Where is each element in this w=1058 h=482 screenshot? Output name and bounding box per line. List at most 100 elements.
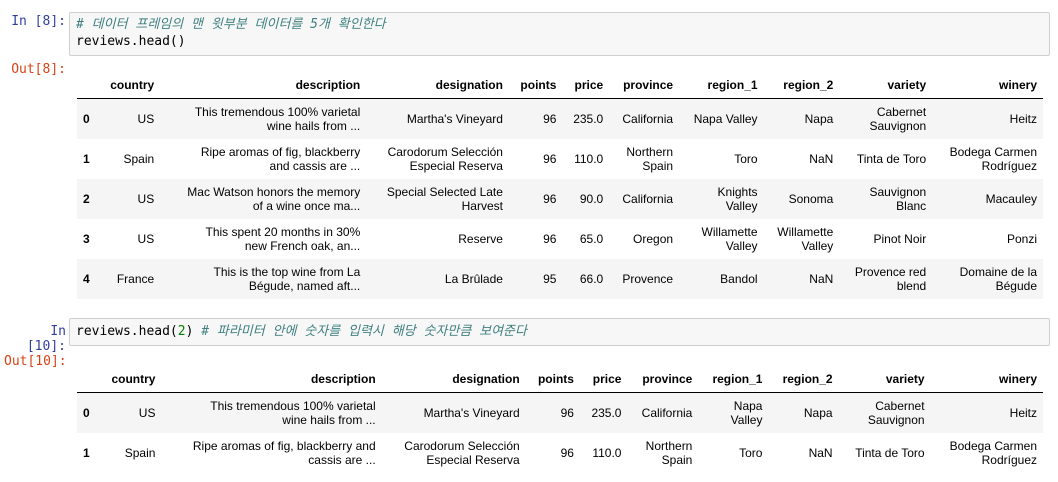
cell-description: Ripe aromas of fig, blackberry and cassis… — [160, 139, 366, 179]
column-header-region-2: region_2 — [763, 72, 840, 99]
cell-text-line: Blanc — [896, 198, 927, 213]
cell-text-line: Ponzi — [1006, 231, 1037, 246]
cell-text-line: of a wine once ma... — [252, 198, 361, 213]
cell-points: 96 — [543, 231, 557, 246]
cell-text-line: Especial Reserva — [409, 158, 503, 173]
cell-price: 65.0 — [579, 231, 604, 246]
cell-text-line: NaN — [808, 445, 833, 460]
cell-text-line: NaN — [809, 151, 834, 166]
code-number-arg: 2 — [177, 324, 186, 339]
column-header-variety: variety — [839, 72, 933, 99]
table-row: 2 US Mac Watson honors the memory of a wine… — [77, 178, 1043, 219]
cell-text-line: Carodorum Selección — [387, 144, 503, 159]
in-prompt: In [10]: — [26, 324, 66, 354]
cell-region-2: NaN — [764, 259, 840, 299]
cell-province: California — [609, 99, 679, 139]
cell-variety: Tinta de Toro — [839, 139, 932, 179]
cell-province: California — [609, 179, 679, 219]
in-prompt: In [8]: — [11, 14, 66, 29]
table-header: country description designation points price… — [77, 366, 1043, 393]
cell-designation: Reserve — [366, 219, 509, 259]
column-header-price: price — [562, 72, 610, 99]
cell-country: US — [137, 191, 155, 206]
cell-region-2: Sonoma — [764, 179, 840, 219]
cell-text-line: California — [622, 191, 674, 206]
cell-price: 66.0 — [579, 271, 604, 286]
code-input-editor[interactable]: reviews.head(2) # 파라미터 안에 숫자를 입력시 해당 숫자만… — [69, 318, 1050, 346]
cell-text-line: Northern — [645, 438, 693, 453]
column-header-region-1: region_1 — [679, 72, 764, 99]
cell-text-line: This is the top wine from La — [213, 264, 361, 279]
cell-designation: Carodorum Selección Especial Reserva — [382, 433, 526, 473]
cell-description: Mac Watson honors the memory of a wine on… — [160, 179, 366, 219]
cell-text-line: Tinta de Toro — [856, 151, 927, 166]
cell-text-line: Martha's Vineyard — [406, 111, 503, 126]
cell-text-line: Rodríguez — [981, 158, 1037, 173]
column-header-country: country — [97, 72, 161, 99]
row-index: 1 — [83, 445, 90, 460]
column-header-price: price — [579, 366, 628, 393]
cell-text-line: Tinta de Toro — [855, 445, 925, 460]
cell-text-line: Valley — [730, 412, 763, 427]
row-index: 0 — [83, 111, 90, 126]
cell-text-line: Oregon — [633, 231, 674, 246]
cell-price: 235.0 — [573, 111, 604, 126]
cell-text-line: cassis are ... — [308, 452, 376, 467]
cell-text-line: Willamette — [777, 224, 834, 239]
cell-winery: Bodega Carmen Rodríguez — [931, 433, 1043, 473]
cell-region-1: Bandol — [679, 259, 763, 299]
cell-province: Northern Spain — [609, 139, 679, 179]
cell-winery: Heitz — [932, 99, 1043, 139]
cell-description: This tremendous 100% varietal wine hails … — [160, 99, 366, 139]
cell-text-line: Rodríguez — [981, 452, 1037, 467]
code-comment: # 데이터 프레임의 맨 윗부분 데이터를 5개 확인한다 — [76, 17, 386, 32]
cell-text-line: This tremendous 100% varietal — [210, 398, 376, 413]
cell-region-2: Napa — [768, 393, 838, 433]
cell-points: 96 — [543, 151, 557, 166]
cell-variety: Sauvignon Blanc — [839, 179, 932, 219]
cell-country: France — [116, 271, 155, 286]
cell-text-line: Sauvignon — [867, 412, 925, 427]
cell-text-line: Valley — [801, 238, 834, 253]
column-header-province: province — [627, 366, 699, 393]
cell-text-line: Knights — [717, 184, 758, 199]
cell-region-1: Knights Valley — [679, 179, 763, 219]
row-index: 3 — [83, 231, 90, 246]
cell-text-line: Sauvignon — [869, 184, 927, 199]
code-input-editor[interactable]: # 데이터 프레임의 맨 윗부분 데이터를 5개 확인한다 reviews.he… — [69, 12, 1050, 56]
cell-text-line: Sauvignon — [869, 118, 927, 133]
column-header-points: points — [525, 366, 580, 393]
column-header-province: province — [609, 72, 680, 99]
cell-text-line: Bégude, named aft... — [248, 278, 361, 293]
cell-text-line: Bodega Carmen — [949, 438, 1037, 453]
cell-text-line: Ripe aromas of fig, blackberry — [200, 144, 361, 159]
out-prompt: Out[8]: — [11, 62, 66, 77]
cell-region-1: Willamette Valley — [679, 219, 763, 259]
cell-winery: Ponzi — [932, 219, 1043, 259]
column-header-designation: designation — [366, 72, 509, 99]
table-header: country description designation points price… — [77, 72, 1043, 99]
cell-country: US — [138, 405, 156, 420]
cell-variety: Provence red blend — [839, 259, 932, 299]
cell-text-line: wine hails from ... — [282, 412, 376, 427]
cell-text-line: wine hails from ... — [266, 118, 361, 133]
cell-description: This tremendous 100% varietal wine hails … — [161, 393, 381, 433]
cell-text-line: Heitz — [1009, 111, 1037, 126]
cell-text-line: Carodorum Selección — [404, 438, 520, 453]
cell-text-line: Spain — [642, 158, 674, 173]
cell-description: This is the top wine from La Bégude, name… — [160, 259, 366, 299]
cell-country: Spain — [123, 151, 155, 166]
cell-text-line: Napa Valley — [693, 111, 758, 126]
cell-designation: Martha's Vineyard — [382, 393, 526, 433]
cell-text-line: Harvest — [461, 198, 503, 213]
cell-region-1: Toro — [698, 433, 768, 473]
cell-text-line: Provence red — [854, 264, 927, 279]
cell-region-2: Napa — [764, 99, 840, 139]
cell-points: 96 — [560, 445, 574, 460]
cell-region-2: Willamette Valley — [764, 219, 840, 259]
table-row: 3 US This spent 20 months in 30% new French… — [77, 218, 1043, 259]
cell-variety: Cabernet Sauvignon — [839, 99, 932, 139]
cell-description: This spent 20 months in 30% new French oa… — [160, 219, 366, 259]
code-line: reviews.head() — [76, 34, 186, 49]
cell-winery: Heitz — [931, 393, 1043, 433]
